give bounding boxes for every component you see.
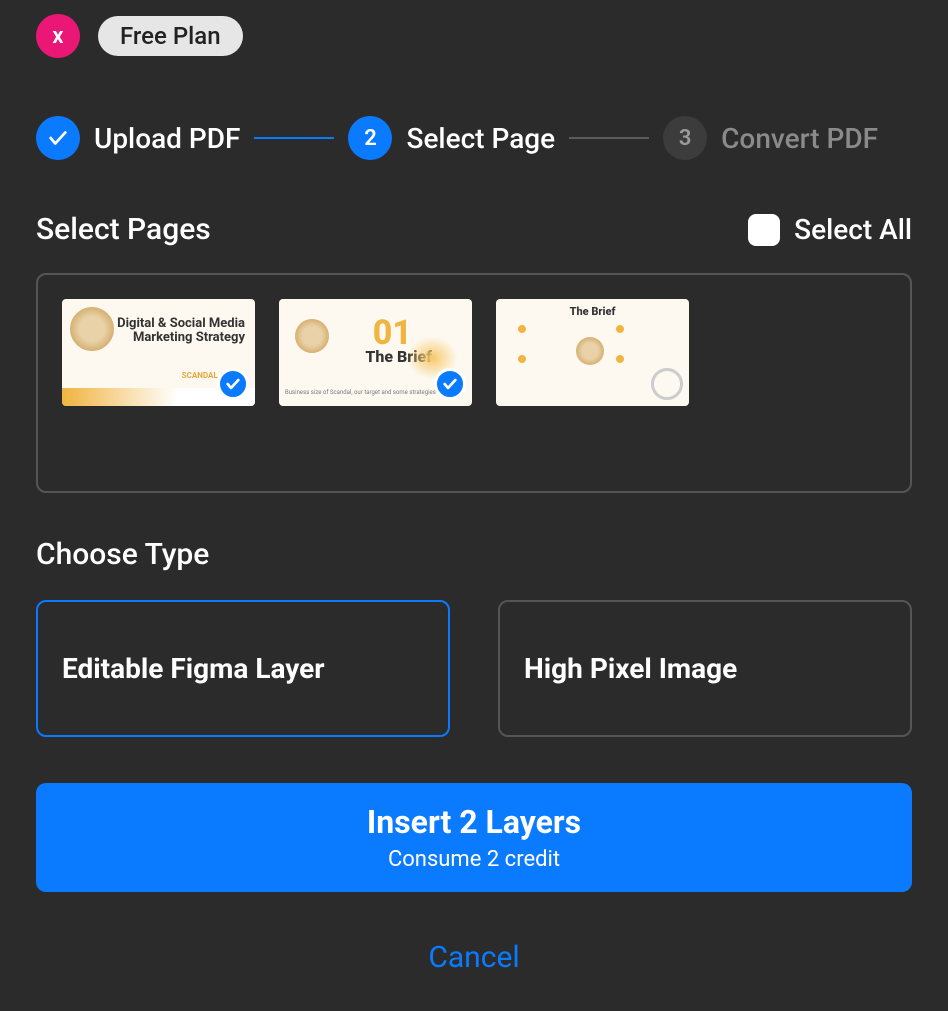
- insert-title: Insert 2 Layers: [56, 803, 892, 841]
- slide-footer: Business size of Scandal, our target and…: [285, 389, 436, 396]
- avatar[interactable]: x: [36, 14, 80, 58]
- insert-subtitle: Consume 2 credit: [56, 847, 892, 872]
- select-all-toggle[interactable]: Select All: [748, 213, 912, 246]
- slide-heading: The Brief: [496, 305, 689, 318]
- page-thumbnails: Digital & Social Media Marketing Strateg…: [36, 273, 912, 493]
- check-icon: [225, 376, 241, 392]
- check-icon: [442, 376, 458, 392]
- choose-type-title: Choose Type: [36, 537, 912, 572]
- slide-title: Digital & Social Media Marketing Strateg…: [62, 317, 245, 346]
- step-label: Select Page: [406, 122, 555, 155]
- cup-graphic: [295, 319, 329, 353]
- type-high-pixel-image[interactable]: High Pixel Image: [498, 600, 912, 737]
- page-selected-mark[interactable]: [434, 368, 466, 400]
- step-circle-pending: 3: [663, 116, 707, 160]
- dot-icon: [616, 355, 624, 363]
- step-circle-done: [36, 116, 80, 160]
- step-convert-pdf: 3 Convert PDF: [663, 116, 878, 160]
- step-label: Upload PDF: [94, 122, 240, 155]
- step-connector: [569, 137, 649, 139]
- plan-badge[interactable]: Free Plan: [98, 16, 243, 56]
- page-unselected-mark[interactable]: [651, 368, 683, 400]
- page-thumbnail[interactable]: Digital & Social Media Marketing Strateg…: [62, 299, 255, 406]
- cancel-button[interactable]: Cancel: [36, 940, 912, 975]
- select-pages-title: Select Pages: [36, 212, 211, 247]
- insert-layers-button[interactable]: Insert 2 Layers Consume 2 credit: [36, 783, 912, 892]
- dot-icon: [616, 325, 624, 333]
- step-label: Convert PDF: [721, 122, 878, 155]
- step-connector: [254, 137, 334, 139]
- dot-icon: [518, 325, 526, 333]
- select-all-label: Select All: [794, 213, 912, 246]
- checkbox[interactable]: [748, 214, 780, 246]
- page-thumbnail[interactable]: The Brief: [496, 299, 689, 406]
- cup-graphic: [576, 337, 604, 365]
- type-editable-figma-layer[interactable]: Editable Figma Layer: [36, 600, 450, 737]
- step-upload-pdf: Upload PDF: [36, 116, 240, 160]
- wizard-steps: Upload PDF 2 Select Page 3 Convert PDF: [36, 116, 912, 160]
- check-icon: [47, 127, 69, 149]
- step-circle-active: 2: [348, 116, 392, 160]
- dot-icon: [518, 355, 526, 363]
- page-selected-mark[interactable]: [217, 368, 249, 400]
- page-thumbnail[interactable]: 01 The Brief Business size of Scandal, o…: [279, 299, 472, 406]
- step-select-page: 2 Select Page: [348, 116, 555, 160]
